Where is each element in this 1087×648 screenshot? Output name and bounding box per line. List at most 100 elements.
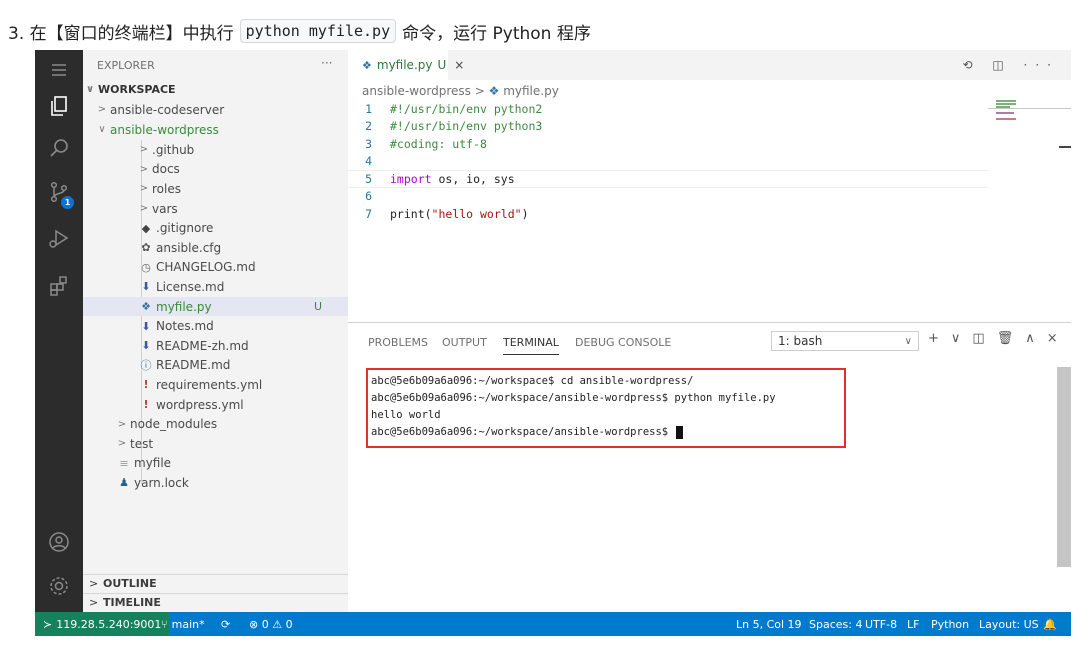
line-number: 3 — [365, 136, 372, 151]
tree-item-node-modules[interactable]: > node_modules — [83, 414, 348, 434]
cursor-position[interactable]: Ln 5, Col 19 — [736, 612, 802, 636]
tree-item-changelog[interactable]: ◷ CHANGELOG.md — [83, 258, 348, 278]
extensions-icon[interactable] — [35, 266, 83, 306]
tree-item-vars[interactable]: > vars — [83, 199, 348, 219]
tree-item-license[interactable]: ⬇ License.md — [83, 277, 348, 297]
bell-icon[interactable]: 🔔 — [1043, 612, 1057, 636]
explorer-icon[interactable] — [35, 86, 83, 126]
tree-item-roles[interactable]: > roles — [83, 179, 348, 199]
vscode-window: 1 EXPLORER ··· ∨ WORKSPACE > ansible-cod… — [35, 50, 1071, 636]
remote-indicator[interactable]: ≻ 119.28.5.240:9001 — [35, 612, 170, 636]
code-line[interactable]: 1 #!/usr/bin/env python2 — [348, 100, 988, 118]
new-terminal-icon[interactable]: + — [928, 331, 939, 346]
end-of-line[interactable]: LF — [907, 612, 919, 636]
language-mode[interactable]: Python — [931, 612, 969, 636]
tree-item-gitignore[interactable]: ◆ .gitignore — [83, 218, 348, 238]
terminal-dropdown-icon[interactable]: ∨ — [951, 331, 961, 346]
minimap-line — [996, 112, 1014, 114]
panel-scrollbar[interactable] — [1057, 367, 1071, 567]
problems-indicator[interactable]: ⊗ 0 ⚠ 0 — [249, 612, 293, 636]
breadcrumb-folder[interactable]: ansible-wordpress — [362, 84, 471, 98]
text-file-icon: ≡ — [119, 456, 129, 470]
code-line[interactable]: 7 print( "hello world" ) — [348, 205, 988, 223]
code-line[interactable]: 2 #!/usr/bin/env python3 — [348, 118, 988, 136]
workspace-header[interactable]: ∨ WORKSPACE — [83, 80, 348, 100]
tab-output[interactable]: OUTPUT — [442, 336, 487, 349]
workspace-label: WORKSPACE — [98, 83, 176, 97]
code-line[interactable]: 6 — [348, 188, 988, 206]
tab-terminal[interactable]: TERMINAL — [503, 336, 559, 355]
run-debug-icon[interactable] — [35, 218, 83, 258]
encoding[interactable]: UTF-8 — [865, 612, 897, 636]
tree-item-label: ansible-codeserver — [110, 102, 225, 117]
timeline-section[interactable]: > TIMELINE — [83, 593, 348, 611]
chevron-down-icon: ∨ — [98, 124, 106, 136]
search-icon[interactable] — [35, 128, 83, 168]
settings-gear-icon[interactable] — [35, 566, 83, 606]
close-panel-icon[interactable]: × — [1047, 331, 1058, 346]
code-line[interactable]: 4 — [348, 153, 988, 171]
line-number: 4 — [365, 154, 372, 169]
tree-item-label: Notes.md — [156, 319, 214, 334]
minimap[interactable] — [988, 98, 1071, 322]
tree-item-ansible-cfg[interactable]: ✿ ansible.cfg — [83, 238, 348, 258]
trash-icon[interactable]: 🗑 — [997, 331, 1014, 346]
tree-item-label: myfile — [134, 456, 172, 471]
tree-item-myfile-py[interactable]: ❖ myfile.py U — [83, 296, 348, 317]
tree-item-wordpress-yml[interactable]: ! wordpress.yml — [83, 395, 348, 415]
terminal-output-highlight[interactable]: abc@5e6b09a6a096:~/workspace$ cd ansible… — [366, 368, 846, 448]
instruction-code: python myfile.py — [239, 19, 397, 43]
tab-close-icon[interactable]: × — [454, 58, 464, 72]
menu-icon[interactable] — [35, 50, 83, 90]
tree-item-readme[interactable]: ⓘ README.md — [83, 356, 348, 376]
sidebar-title: EXPLORER — [97, 59, 155, 72]
indentation[interactable]: Spaces: 4 — [809, 612, 862, 636]
tree-item-ansible-wordpress[interactable]: ∨ ansible-wordpress — [83, 120, 348, 140]
tree-item-requirements[interactable]: ! requirements.yml — [83, 375, 348, 395]
sync-icon[interactable]: ⟳ — [221, 612, 230, 636]
tree-item-readme-zh[interactable]: ⬇ README-zh.md — [83, 336, 348, 356]
code-text: os, io, sys — [431, 171, 515, 186]
source-control-icon[interactable]: 1 — [35, 172, 83, 212]
tree-item-github[interactable]: > .github — [83, 140, 348, 160]
tab-debug-console[interactable]: DEBUG CONSOLE — [575, 336, 671, 349]
minimap-line — [996, 100, 1016, 102]
git-diamond-icon: ◆ — [141, 221, 151, 235]
branch-indicator[interactable]: ⑂ main* — [161, 612, 205, 636]
code-line[interactable]: 3 #coding: utf-8 — [348, 135, 988, 153]
tree-item-docs[interactable]: > docs — [83, 160, 348, 180]
sidebar-more-button[interactable]: ··· — [321, 56, 332, 70]
editor-area: ❖ myfile.py U × ⟲ ◫ ··· ansible-wordpres… — [348, 50, 1071, 322]
tree-item-label: roles — [152, 181, 181, 196]
account-icon[interactable] — [35, 522, 83, 562]
tree-item-yarn-lock[interactable]: ♟ yarn.lock — [83, 473, 348, 493]
keyboard-layout[interactable]: Layout: US — [979, 612, 1039, 636]
tab-myfile-py[interactable]: ❖ myfile.py U × — [348, 50, 464, 80]
tab-problems[interactable]: PROBLEMS — [368, 336, 428, 349]
editor-actions[interactable]: ⟲ ◫ ··· — [963, 58, 1059, 72]
python-file-icon: ❖ — [362, 58, 372, 72]
terminal-line: abc@5e6b09a6a096:~/workspace/ansible-wor… — [371, 392, 776, 404]
tree-item-label: README.md — [156, 358, 231, 373]
terminal-select-value: 1: bash — [778, 334, 823, 348]
tree-item-test[interactable]: > test — [83, 434, 348, 454]
tree-item-notes[interactable]: ⬇ Notes.md — [83, 316, 348, 336]
chevron-right-icon: > — [89, 596, 99, 609]
line-number: 1 — [365, 101, 372, 116]
terminal-select[interactable]: 1: bash ∨ — [771, 331, 919, 351]
remote-icon: ≻ — [43, 617, 53, 631]
split-terminal-icon[interactable]: ◫ — [972, 331, 984, 346]
minimap-line — [996, 103, 1016, 105]
tab-label: myfile.py — [376, 58, 433, 72]
python-file-icon: ❖ — [141, 300, 151, 314]
breadcrumb-file[interactable]: myfile.py — [503, 84, 559, 98]
maximize-panel-icon[interactable]: ∧ — [1025, 331, 1035, 346]
tree-item-myfile[interactable]: ≡ myfile — [83, 454, 348, 474]
bottom-panel: PROBLEMS OUTPUT TERMINAL DEBUG CONSOLE 1… — [348, 322, 1071, 612]
outline-section[interactable]: > OUTLINE — [83, 574, 348, 592]
tree-item-ansible-codeserver[interactable]: > ansible-codeserver — [83, 100, 348, 120]
line-number: 6 — [365, 189, 372, 204]
outline-label: OUTLINE — [103, 577, 157, 590]
code-line-current[interactable]: 5 import os, io, sys — [348, 170, 988, 188]
line-number: 2 — [365, 119, 372, 134]
